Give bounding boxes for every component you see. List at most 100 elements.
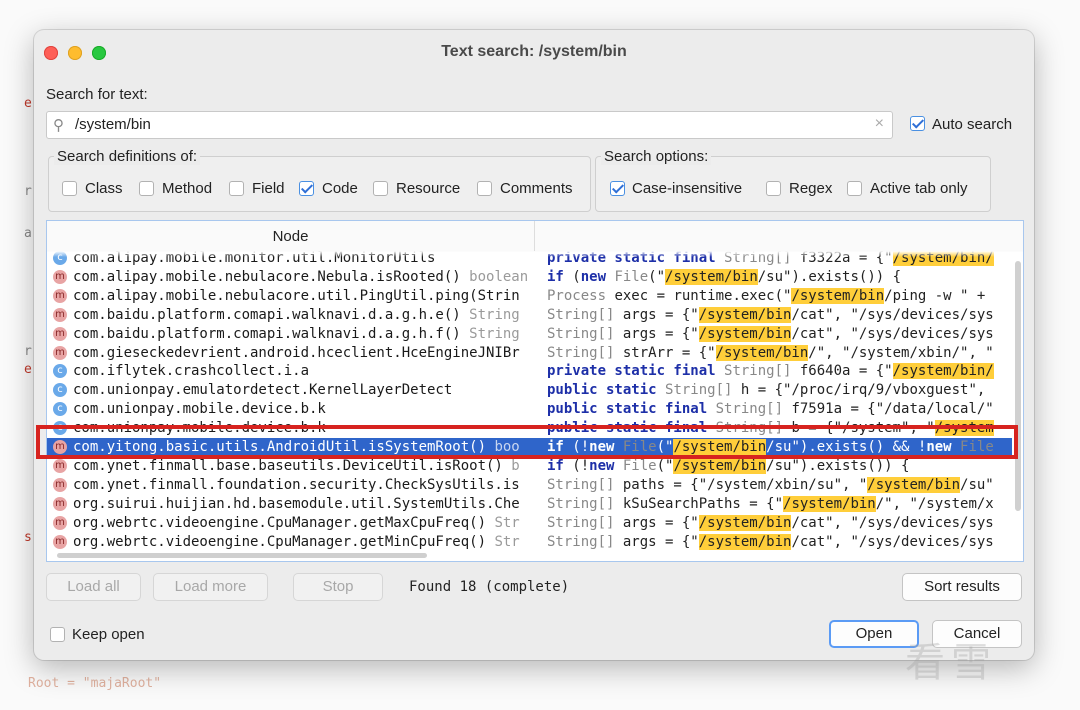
results-table[interactable]: Node c com.alipay.mobile.monitor.util.Mon… bbox=[46, 220, 1024, 562]
match-highlight: /system/bin bbox=[698, 306, 792, 323]
code-token: (" bbox=[656, 457, 674, 474]
column-header-node[interactable]: Node bbox=[47, 228, 534, 245]
comments-label: Comments bbox=[500, 180, 573, 197]
match-highlight: /system/bin bbox=[783, 495, 876, 512]
code-token: if bbox=[547, 439, 573, 455]
results-rows[interactable]: c com.alipay.mobile.monitor.util.MonitorU… bbox=[47, 251, 1023, 561]
method-icon: m bbox=[53, 534, 67, 549]
method-icon: m bbox=[53, 269, 67, 284]
code-token: /cat", "/sys/devices/sys bbox=[791, 514, 994, 531]
stop-button[interactable]: Stop bbox=[293, 573, 383, 601]
table-row[interactable]: c com.iflytek.crashcollect.i.a private sta… bbox=[47, 362, 1012, 381]
code-token: /cat", "/sys/devices/sys bbox=[791, 533, 994, 550]
node-name: com.yitong.basic.utils.AndroidUtil.isSys… bbox=[73, 439, 495, 455]
field-checkbox[interactable] bbox=[229, 181, 244, 196]
table-row[interactable]: m com.baidu.platform.comapi.walknavi.d.a.… bbox=[47, 306, 1012, 325]
table-row[interactable]: m com.alipay.mobile.nebulacore.util.PingU… bbox=[47, 287, 1012, 306]
code-token: /su").exists()) { bbox=[766, 457, 910, 474]
node-name: org.webrtc.videoengine.CpuManager.getMin… bbox=[73, 533, 495, 550]
table-row[interactable]: c com.unionpay.emulatordetect.KernelLayer… bbox=[47, 381, 1012, 400]
active-tab-only-checkbox[interactable] bbox=[847, 181, 862, 196]
node-cell: com.alipay.mobile.nebulacore.util.PingUt… bbox=[73, 288, 535, 304]
code-cell: String[] paths = {"/system/xbin/su", "/s… bbox=[547, 476, 1009, 493]
code-checkbox[interactable] bbox=[299, 181, 314, 196]
column-divider[interactable] bbox=[534, 221, 535, 251]
code-cell: String[] args = {"/system/bin/cat", "/sy… bbox=[547, 306, 1009, 323]
code-token: /cat", "/sys/devices/sys bbox=[791, 325, 994, 342]
code-token: ( bbox=[572, 268, 581, 285]
node-name: com.alipay.mobile.nebulacore.Nebula.isRo… bbox=[73, 268, 470, 285]
node-name: com.ynet.finmall.base.baseutils.DeviceUt… bbox=[73, 457, 512, 474]
code-token: public static final bbox=[547, 420, 716, 437]
table-row[interactable]: m com.gieseckedevrient.android.hceclient.… bbox=[47, 344, 1012, 363]
keep-open-checkbox[interactable] bbox=[50, 627, 65, 642]
code-cell: String[] kSuSearchPaths = {"/system/bin/… bbox=[547, 495, 1009, 512]
table-row[interactable]: m com.baidu.platform.comapi.walknavi.d.a.… bbox=[47, 325, 1012, 344]
code-token: String[] bbox=[547, 325, 623, 342]
bg-fragment: r bbox=[24, 344, 32, 359]
method-icon: m bbox=[53, 496, 67, 511]
table-row[interactable]: m org.suirui.huijian.hd.basemodule.util.S… bbox=[47, 495, 1012, 514]
code-token: private static final bbox=[547, 363, 725, 380]
code-token: String[] bbox=[547, 495, 623, 512]
method-icon: m bbox=[53, 440, 67, 454]
node-cell: com.unionpay.emulatordetect.KernelLayerD… bbox=[73, 382, 535, 398]
code-cell: Process exec = runtime.exec("/system/bin… bbox=[547, 287, 1009, 304]
code-token: String[] bbox=[715, 420, 792, 437]
table-row[interactable]: c com.unionpay.mobile.device.b.k public st… bbox=[47, 400, 1012, 419]
table-row[interactable]: m org.webrtc.videoengine.CpuManager.getMi… bbox=[47, 533, 1012, 552]
search-input[interactable]: ⚲ /system/bin × bbox=[46, 111, 893, 139]
code-cell: if (!new File("/system/bin/su").exists()… bbox=[547, 439, 1009, 455]
table-row-selected[interactable]: m com.yitong.basic.utils.AndroidUtil.isSy… bbox=[47, 438, 1012, 457]
bg-fragment: r bbox=[24, 184, 32, 199]
code-cell: if (!new File("/system/bin/su").exists()… bbox=[547, 457, 1009, 474]
horizontal-scrollbar[interactable] bbox=[57, 553, 427, 558]
table-row[interactable]: c com.unionpay.mobile.device.b.k public st… bbox=[47, 419, 1012, 438]
method-icon: m bbox=[53, 515, 67, 530]
node-name: org.webrtc.videoengine.CpuManager.getMax… bbox=[73, 514, 495, 531]
case-insensitive-checkbox[interactable] bbox=[610, 181, 625, 196]
code-token: if bbox=[547, 457, 573, 474]
table-row[interactable]: m com.alipay.mobile.nebulacore.Nebula.isR… bbox=[47, 268, 1012, 287]
match-highlight: /system/bin bbox=[698, 325, 792, 342]
regex-checkbox[interactable] bbox=[766, 181, 781, 196]
code-token: args = {" bbox=[622, 325, 699, 342]
method-icon: m bbox=[53, 345, 67, 360]
window-title: Text search: /system/bin bbox=[441, 43, 627, 60]
sort-results-button[interactable]: Sort results bbox=[902, 573, 1022, 601]
code-token: exec = runtime.exec(" bbox=[614, 287, 792, 304]
watermark-logo: 看雪 bbox=[905, 640, 997, 686]
load-all-button[interactable]: Load all bbox=[46, 573, 141, 601]
code-token: /", "/system/xbin/", " bbox=[808, 344, 994, 361]
method-icon: m bbox=[53, 477, 67, 492]
table-row[interactable]: m org.webrtc.videoengine.CpuManager.getMa… bbox=[47, 514, 1012, 533]
resource-checkbox[interactable] bbox=[373, 181, 388, 196]
code-token: b = {"/system", " bbox=[791, 420, 935, 437]
clear-icon[interactable]: × bbox=[875, 115, 884, 133]
class-icon: c bbox=[53, 402, 67, 417]
load-more-button[interactable]: Load more bbox=[153, 573, 268, 601]
auto-search-checkbox[interactable] bbox=[910, 116, 925, 131]
code-cell: public static final String[] f7591a = {"… bbox=[547, 401, 1009, 417]
vertical-scrollbar[interactable] bbox=[1015, 261, 1021, 511]
node-name: com.baidu.platform.comapi.walknavi.d.a.g… bbox=[73, 325, 470, 342]
method-checkbox[interactable] bbox=[139, 181, 154, 196]
table-row[interactable]: m com.ynet.finmall.foundation.security.Ch… bbox=[47, 476, 1012, 495]
code-cell: String[] args = {"/system/bin/cat", "/sy… bbox=[547, 533, 1009, 550]
class-checkbox[interactable] bbox=[62, 181, 77, 196]
node-cell: com.gieseckedevrient.android.hceclient.H… bbox=[73, 345, 535, 361]
code-token: new bbox=[926, 439, 961, 455]
match-highlight: /system/bin bbox=[673, 439, 767, 455]
table-row[interactable]: m com.ynet.finmall.base.baseutils.DeviceU… bbox=[47, 457, 1012, 476]
comments-checkbox[interactable] bbox=[477, 181, 492, 196]
code-cell: public static final String[] b = {"/syst… bbox=[547, 420, 1009, 437]
code-token: /su" bbox=[960, 476, 994, 493]
node-return-type: String bbox=[469, 306, 520, 323]
node-cell: com.alipay.mobile.nebulacore.Nebula.isRo… bbox=[73, 269, 535, 285]
node-name: org.suirui.huijian.hd.basemodule.util.Sy… bbox=[73, 495, 520, 512]
code-token: (" bbox=[648, 268, 666, 285]
code-token: h = {"/proc/irq/9/vboxguest", bbox=[740, 382, 986, 399]
bg-code-text: Root = "majaRoot" bbox=[28, 676, 162, 691]
code-token: /su").exists() && ! bbox=[766, 439, 927, 455]
field-label: Field bbox=[252, 180, 285, 197]
